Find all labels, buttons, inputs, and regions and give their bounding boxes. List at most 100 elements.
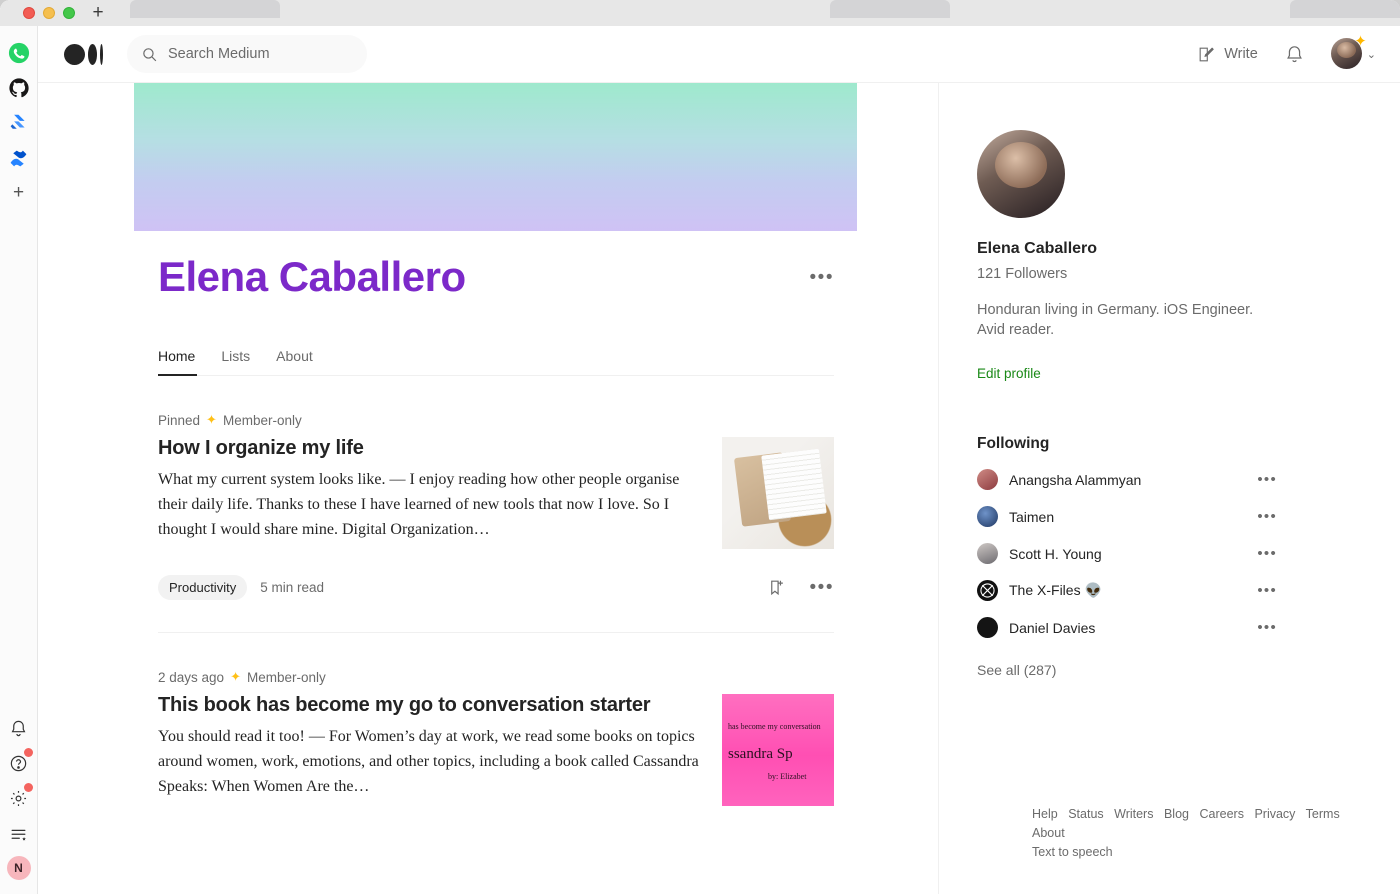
article-card[interactable]: 2 days ago ✦ Member-only This book has b…: [158, 632, 834, 806]
jira-icon[interactable]: [6, 110, 32, 136]
notifications-button[interactable]: [1284, 44, 1305, 65]
window-titlebar: +: [0, 0, 1400, 26]
sidebar-user-name: Elena Caballero: [977, 240, 1098, 257]
search-icon: [143, 47, 157, 61]
article-pinned-label: Pinned: [158, 412, 201, 428]
list-item[interactable]: Anangsha Alammyan •••: [977, 469, 1277, 490]
thumb-text-line: has become my conversation: [728, 722, 821, 731]
footer-link-careers[interactable]: Careers: [1199, 807, 1243, 821]
github-icon[interactable]: [6, 75, 32, 101]
medium-logo-ellipse: [88, 43, 97, 65]
help-badge: [23, 748, 33, 757]
search-container[interactable]: [127, 35, 367, 73]
profile-content: Elena Caballero ••• Home Lists About Pin…: [158, 253, 834, 806]
list-icon[interactable]: [6, 820, 32, 846]
add-app-icon[interactable]: +: [6, 180, 32, 206]
tab-home[interactable]: Home: [158, 348, 195, 364]
article-title[interactable]: How I organize my life: [158, 437, 702, 460]
bell-icon: [1286, 45, 1302, 62]
footer-link-status[interactable]: Status: [1068, 807, 1103, 821]
background-tab[interactable]: [130, 0, 280, 18]
article-thumbnail[interactable]: [722, 437, 834, 549]
article-meta: Pinned ✦ Member-only: [158, 412, 834, 428]
footer-link-privacy[interactable]: Privacy: [1254, 807, 1295, 821]
header-actions: Write ✦ ⌄: [1197, 34, 1376, 70]
account-menu[interactable]: ✦ ⌄: [1330, 34, 1376, 70]
settings-badge: [23, 783, 33, 792]
article-read-time: 5 min read: [260, 580, 324, 595]
article-thumbnail[interactable]: has become my conversation ssandra Sp by…: [722, 694, 834, 806]
follow-name[interactable]: The X-Files 👽: [1009, 582, 1102, 599]
browser-window: + + N Search Medium Write ✦ ⌄ Elena Caba…: [0, 0, 1400, 894]
profile-more-options[interactable]: •••: [810, 268, 834, 287]
edit-profile-link[interactable]: Edit profile: [977, 366, 1041, 381]
bell-icon[interactable]: [6, 715, 32, 741]
write-icon: [1199, 47, 1215, 61]
follow-name[interactable]: Daniel Davies: [1009, 620, 1095, 636]
follow-name[interactable]: Scott H. Young: [1009, 546, 1102, 562]
follow-avatar: [977, 506, 998, 527]
sidebar-bio: Honduran living in Germany. iOS Engineer…: [977, 302, 1254, 338]
list-item[interactable]: The X-Files 👽 •••: [977, 580, 1277, 601]
follow-avatar: [977, 617, 998, 638]
article-more-options[interactable]: •••: [810, 578, 834, 597]
follow-more-options[interactable]: •••: [1257, 546, 1277, 561]
desktop-backdrop: + + N Search Medium Write ✦ ⌄ Elena Caba…: [0, 0, 1400, 894]
new-tab-button[interactable]: +: [88, 3, 108, 24]
article-title[interactable]: This book has become my go to conversati…: [158, 694, 702, 717]
member-star-icon: ✦: [206, 412, 217, 427]
member-star-icon: ✦: [230, 669, 241, 684]
maximize-window-button[interactable]: [63, 7, 75, 19]
article-card[interactable]: Pinned ✦ Member-only How I organize my l…: [158, 376, 834, 600]
chevron-down-icon[interactable]: ⌄: [1367, 48, 1376, 61]
footer-link-terms[interactable]: Terms: [1306, 807, 1340, 821]
rail-user-avatar[interactable]: N: [6, 856, 31, 880]
footer-link-text-to-speech[interactable]: Text to speech: [1032, 843, 1362, 862]
bookmark-add-icon[interactable]: [767, 577, 786, 598]
footer-link-blog[interactable]: Blog: [1164, 807, 1189, 821]
tab-lists[interactable]: Lists: [221, 348, 250, 364]
page-title: Elena Caballero: [158, 253, 466, 300]
background-tab[interactable]: [830, 0, 950, 18]
gear-icon[interactable]: [6, 783, 33, 811]
member-star-icon: ✦: [1354, 33, 1367, 50]
close-window-button[interactable]: [23, 7, 35, 19]
background-tab[interactable]: [1290, 0, 1400, 18]
follow-more-options[interactable]: •••: [1257, 472, 1277, 487]
profile-main-column: Elena Caballero ••• Home Lists About Pin…: [38, 83, 938, 894]
sidebar-avatar[interactable]: [977, 130, 1065, 218]
tab-about[interactable]: About: [276, 348, 313, 364]
thumb-text-line: ssandra Sp: [728, 746, 793, 762]
sidebar-followers-count[interactable]: 121 Followers: [977, 266, 1400, 282]
footer-link-help[interactable]: Help: [1032, 807, 1058, 821]
footer-link-about[interactable]: About: [1032, 826, 1065, 840]
article-snippet: You should read it too! — For Women’s da…: [158, 728, 699, 795]
follow-more-options[interactable]: •••: [1257, 509, 1277, 524]
article-date: 2 days ago: [158, 669, 225, 685]
active-tab-underline: [158, 374, 197, 376]
confluence-icon[interactable]: [6, 145, 32, 171]
follow-avatar: [977, 469, 998, 490]
list-item[interactable]: Scott H. Young •••: [977, 543, 1277, 564]
list-item[interactable]: Daniel Davies •••: [977, 617, 1277, 638]
medium-header: Write ✦ ⌄: [38, 26, 1400, 83]
medium-logo-bar: [100, 43, 103, 65]
follow-name[interactable]: Taimen: [1009, 509, 1054, 525]
write-button[interactable]: Write: [1197, 45, 1258, 64]
see-all-following-link[interactable]: See all (287): [977, 662, 1400, 678]
follow-name[interactable]: Anangsha Alammyan: [1009, 472, 1141, 488]
medium-logo[interactable]: [64, 43, 103, 65]
footer-link-writers[interactable]: Writers: [1114, 807, 1153, 821]
article-meta: 2 days ago ✦ Member-only: [158, 669, 834, 685]
list-item[interactable]: Taimen •••: [977, 506, 1277, 527]
article-tag[interactable]: Productivity: [158, 575, 248, 600]
whatsapp-icon[interactable]: [6, 40, 32, 66]
article-footer: Productivity 5 min read •••: [158, 575, 834, 600]
minimize-window-button[interactable]: [43, 7, 55, 19]
follow-avatar: [977, 543, 998, 564]
follow-more-options[interactable]: •••: [1257, 620, 1277, 635]
search-input[interactable]: [168, 46, 348, 62]
x-files-glyph-icon: [977, 580, 998, 601]
follow-more-options[interactable]: •••: [1257, 583, 1277, 598]
help-icon[interactable]: [6, 748, 33, 776]
